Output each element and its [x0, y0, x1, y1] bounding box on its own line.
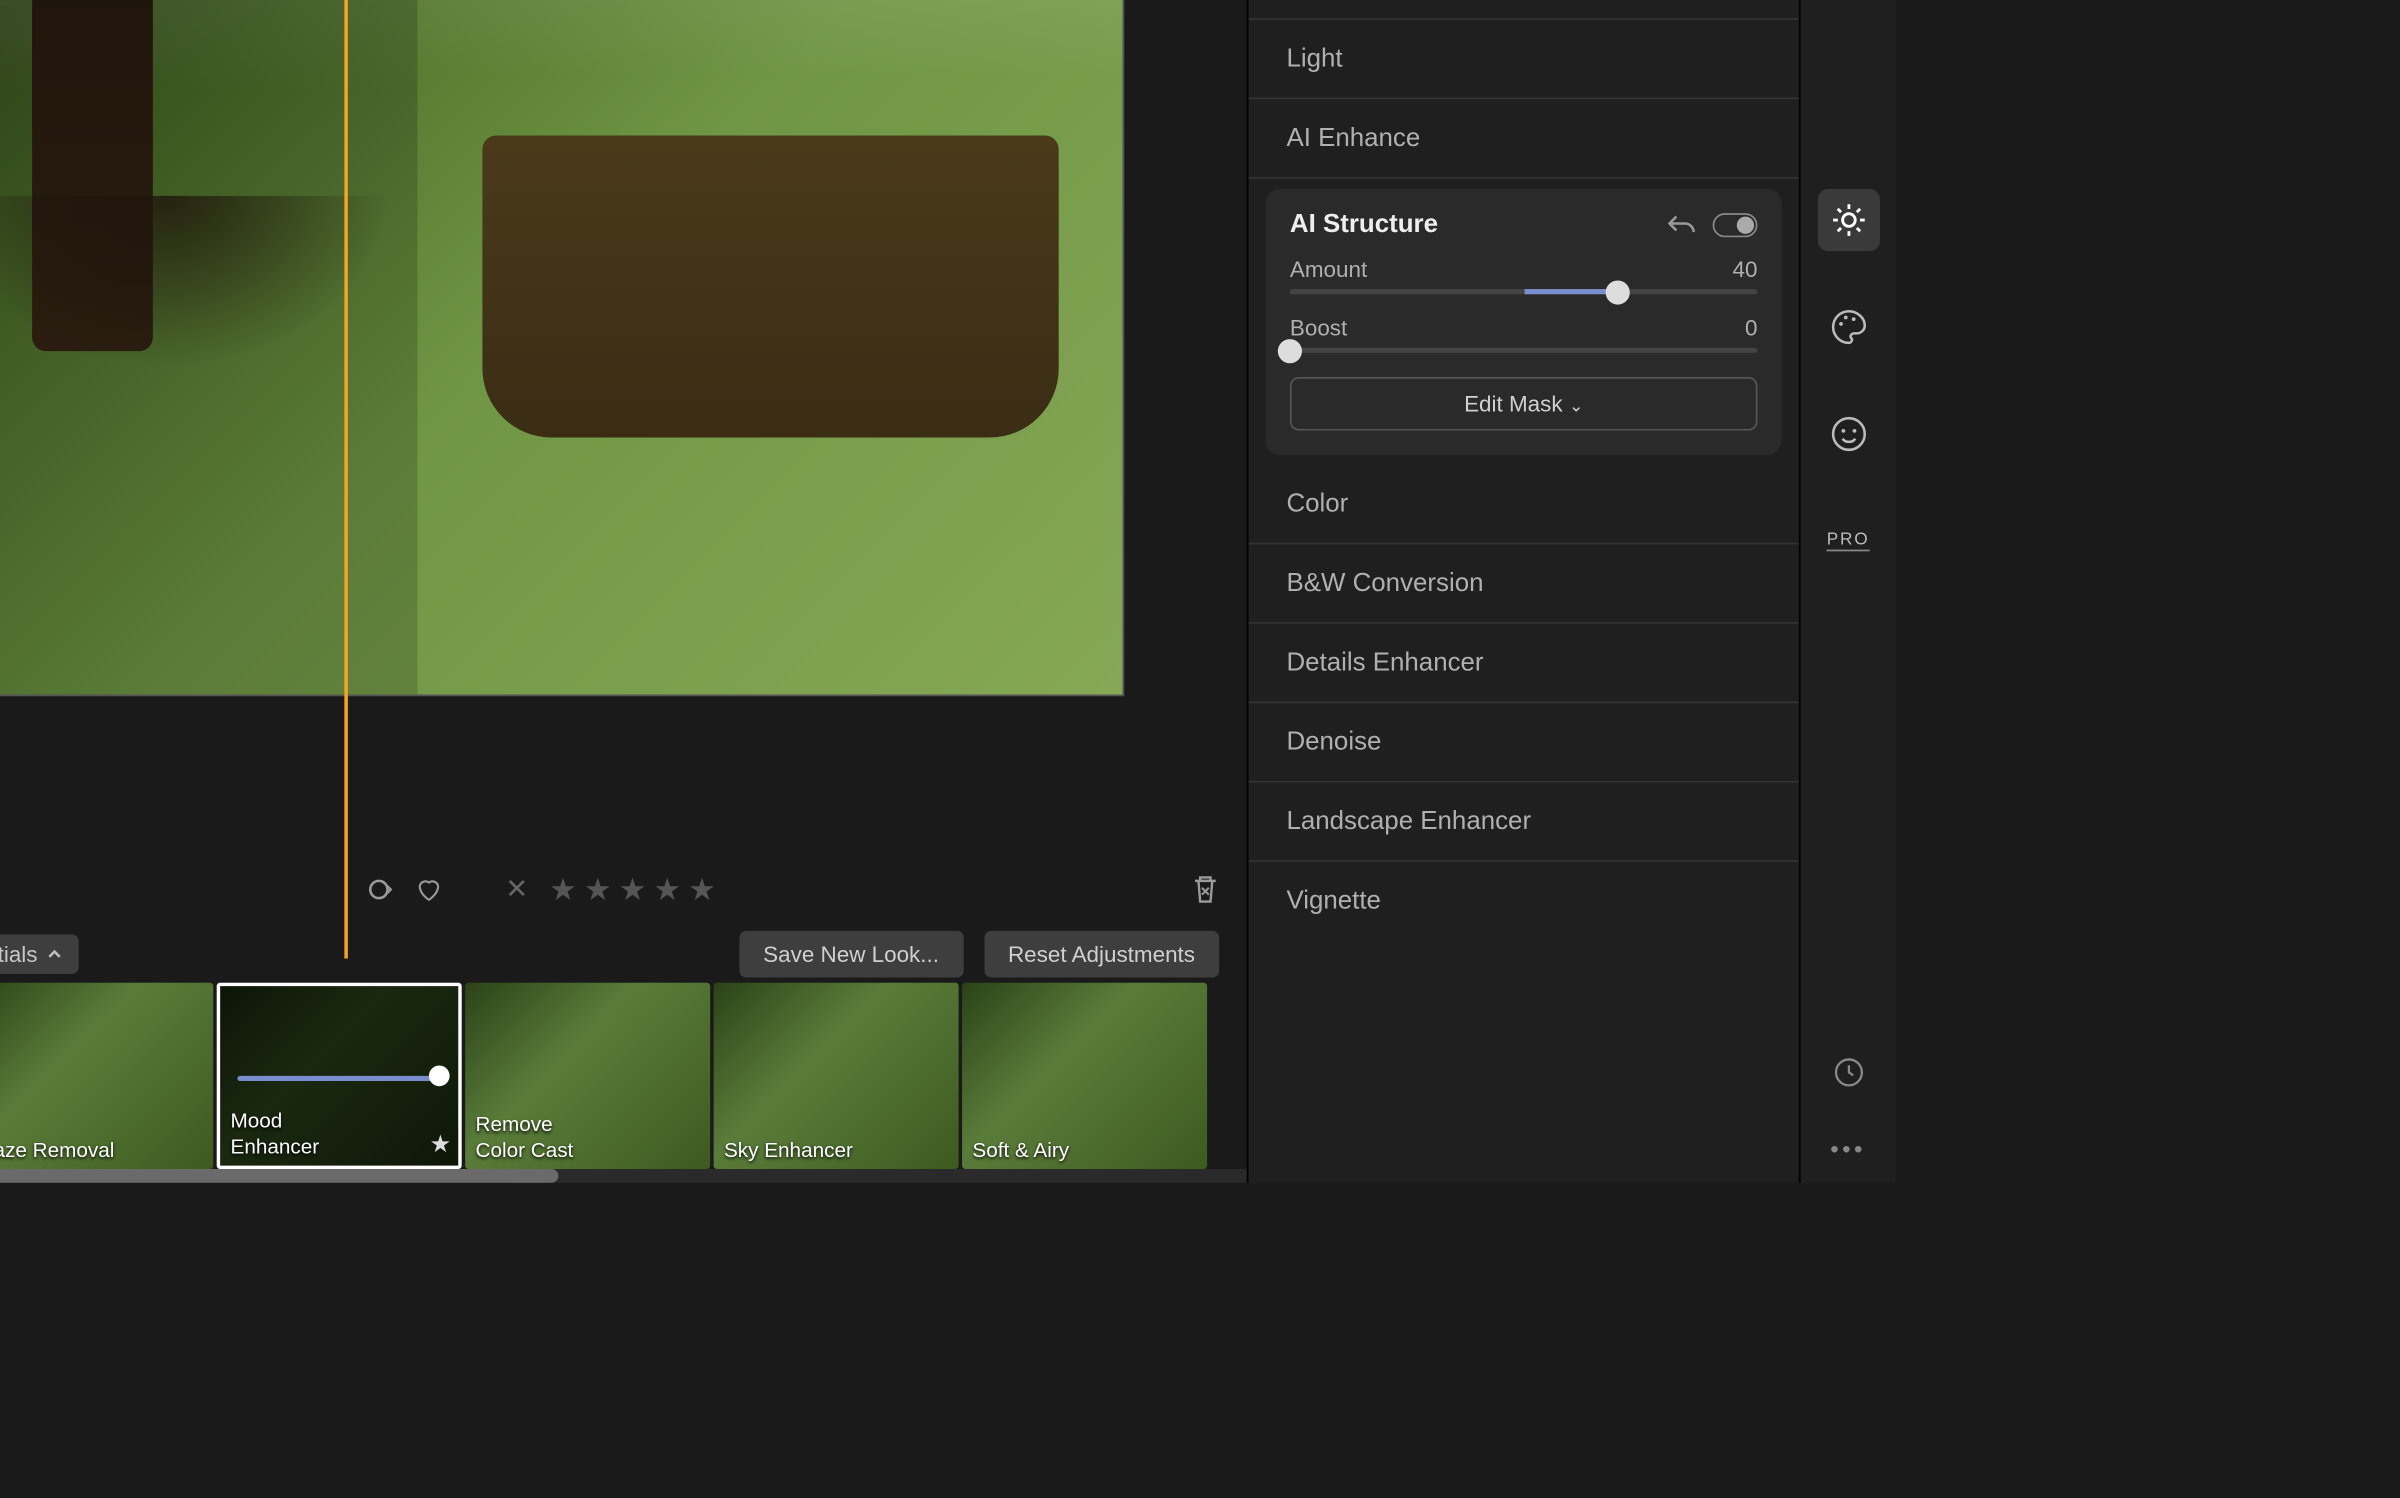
boost-value: 0 — [1745, 315, 1757, 341]
look-sky-enhancer[interactable]: Sky Enhancer — [714, 983, 959, 1169]
amount-value: 40 — [1733, 256, 1758, 282]
edit-mask-button[interactable]: Edit Mask ⌄ — [1290, 377, 1758, 430]
face-icon — [1829, 415, 1867, 453]
panel-landscape[interactable]: Landscape Enhancer — [1248, 783, 1798, 862]
trash-icon — [1192, 874, 1220, 905]
looks-scrollbar[interactable] — [0, 1169, 1247, 1183]
rail-history[interactable] — [1817, 1041, 1879, 1103]
undo-button[interactable] — [1668, 212, 1696, 236]
look-haze-removal[interactable]: Haze Removal — [0, 983, 213, 1169]
reject-button[interactable]: ✕ — [505, 872, 528, 907]
boost-label: Boost — [1290, 315, 1347, 341]
canvas-wrap — [0, 0, 1247, 855]
edit-mask-label: Edit Mask — [1464, 391, 1562, 417]
star-4[interactable]: ★ — [653, 871, 681, 907]
panel-denoise[interactable]: Denoise — [1248, 703, 1798, 782]
sun-icon — [1829, 201, 1867, 239]
star-2[interactable]: ★ — [584, 871, 612, 907]
boost-handle[interactable] — [1278, 338, 1302, 362]
rail-more[interactable]: ••• — [1830, 1135, 1866, 1163]
rating-stars: ★ ★ ★ ★ ★ — [549, 871, 716, 907]
color-tag-button[interactable] — [367, 876, 395, 904]
ai-structure-toggle[interactable] — [1713, 212, 1758, 236]
looks-category-label: Essentials — [0, 940, 38, 966]
panel-vignette[interactable]: Vignette — [1248, 862, 1798, 940]
delete-button[interactable] — [1192, 874, 1220, 905]
palette-icon — [1829, 308, 1867, 346]
look-amount-slider[interactable] — [237, 1076, 441, 1081]
favorite-button[interactable] — [416, 876, 444, 904]
look-label: Mood Enhancer — [231, 1109, 320, 1159]
rail-pro[interactable]: PRO — [1817, 510, 1879, 572]
panel-ai-structure: AI Structure Amount 40 — [1266, 189, 1782, 455]
look-label: Soft & Airy — [972, 1137, 1069, 1162]
star-3[interactable]: ★ — [619, 871, 647, 907]
star-icon[interactable]: ★ — [430, 1129, 452, 1158]
reset-adjustments-button[interactable]: Reset Adjustments — [984, 930, 1219, 977]
compare-divider[interactable] — [345, 0, 348, 959]
looks-scrollbar-thumb[interactable] — [0, 1169, 558, 1183]
panel-light[interactable]: Light — [1248, 20, 1798, 99]
look-label: Sky Enhancer — [724, 1137, 853, 1162]
looks-category-dropdown[interactable]: Essentials — [0, 934, 79, 974]
looks-bar: Luminar Looks: Essentials Save New Look.… — [0, 924, 1247, 983]
category-rail: PRO ••• — [1799, 0, 1896, 1183]
boost-slider[interactable] — [1290, 348, 1758, 353]
rail-creative[interactable] — [1817, 296, 1879, 358]
panel-color[interactable]: Color — [1248, 465, 1798, 544]
amount-label: Amount — [1290, 256, 1367, 282]
editor-center: Before After japan20.jpg — [0, 0, 1247, 1183]
image-canvas[interactable] — [0, 0, 1124, 696]
look-label: Haze Removal — [0, 1137, 114, 1162]
meta-row: japan20.jpg ✕ ★ ★ ★ ★ ★ — [0, 855, 1247, 924]
look-mood-enhancer[interactable]: Mood Enhancer ★ — [217, 983, 462, 1169]
save-look-button[interactable]: Save New Look... — [739, 930, 963, 977]
rail-portrait[interactable] — [1817, 403, 1879, 465]
panel-details[interactable]: Details Enhancer — [1248, 624, 1798, 703]
heart-icon — [416, 876, 444, 904]
look-label: Remove Color Cast — [476, 1112, 574, 1162]
amount-slider[interactable] — [1290, 289, 1758, 294]
panel-ai-enhance[interactable]: AI Enhance — [1248, 99, 1798, 178]
looks-strip[interactable]: Contrast Enhancer Haze Removal Mood Enha… — [0, 983, 1247, 1183]
panel-filename: japan20.jpg — [1248, 0, 1798, 20]
star-1[interactable]: ★ — [549, 871, 577, 907]
look-remove-color-cast[interactable]: Remove Color Cast — [465, 983, 710, 1169]
amount-handle[interactable] — [1605, 280, 1629, 304]
panel-bw[interactable]: B&W Conversion — [1248, 544, 1798, 623]
undo-icon — [1668, 212, 1696, 236]
star-5[interactable]: ★ — [688, 871, 716, 907]
look-amount-handle[interactable] — [429, 1065, 450, 1086]
edit-panel: Essentials japan20.jpg Light AI Enhance … — [1247, 0, 1799, 1183]
clock-icon — [1831, 1055, 1866, 1090]
ai-structure-heading[interactable]: AI Structure — [1290, 210, 1438, 239]
chevron-up-icon — [48, 946, 62, 960]
look-soft-airy[interactable]: Soft & Airy — [962, 983, 1207, 1169]
rail-essentials[interactable] — [1817, 189, 1879, 251]
pro-label: PRO — [1827, 531, 1870, 552]
